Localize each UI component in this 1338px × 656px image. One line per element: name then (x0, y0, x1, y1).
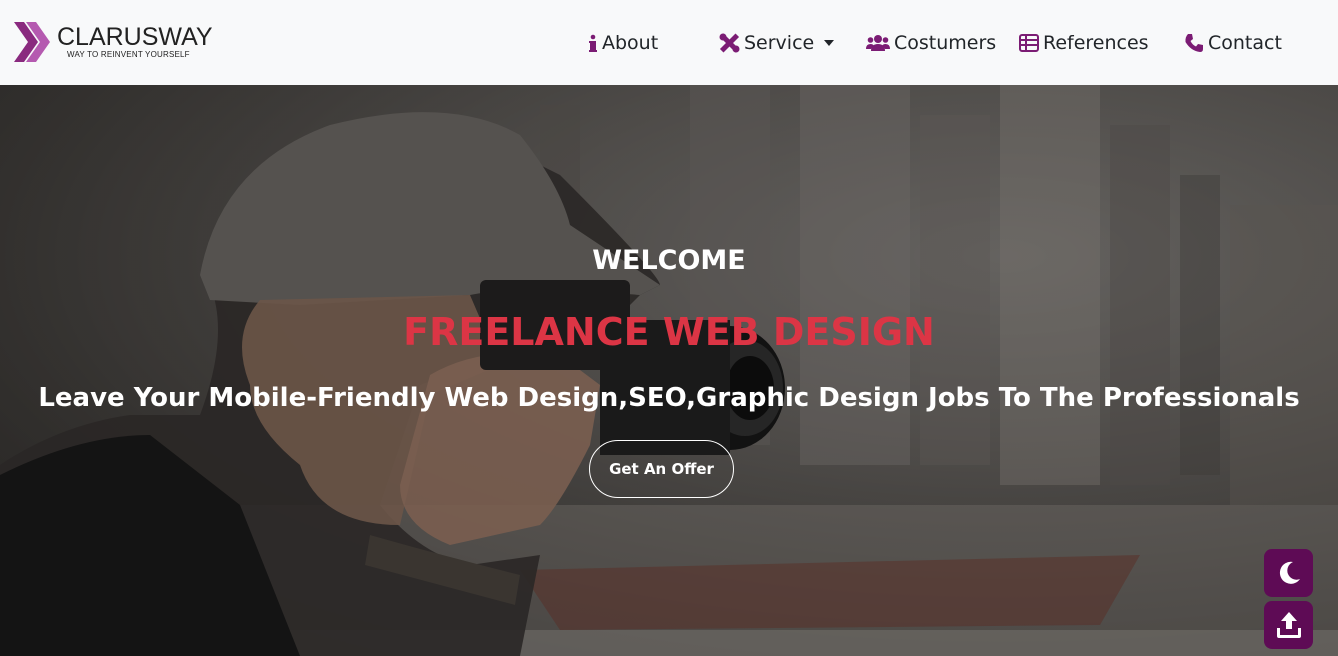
upload-icon (1276, 612, 1301, 638)
hero-welcome: WELCOME (592, 245, 746, 276)
nav-about[interactable]: About (588, 30, 658, 56)
brand-tagline: WAY TO REINVENT YOURSELF (67, 50, 190, 59)
moon-icon (1279, 561, 1300, 584)
navbar: CLARUSWAY WAY TO REINVENT YOURSELF About… (0, 0, 1338, 85)
theme-toggle-button[interactable] (1264, 549, 1313, 597)
nav-about-label: About (602, 32, 659, 54)
scroll-top-button[interactable] (1264, 601, 1313, 649)
nav-contact-label: Contact (1208, 32, 1282, 54)
phone-icon (1184, 33, 1204, 53)
nav-service-label: Service (744, 32, 815, 54)
nav-contact[interactable]: Contact (1184, 30, 1282, 56)
clarusway-logo-icon (14, 22, 50, 62)
brand-name: CLARUSWAY (57, 23, 213, 51)
info-icon (588, 33, 598, 53)
get-offer-button[interactable]: Get An Offer (589, 440, 734, 498)
hero-subline: Leave Your Mobile-Friendly Web Design,SE… (38, 383, 1300, 413)
hero-content: WELCOME FREELANCE WEB DESIGN Leave Your … (0, 85, 1338, 656)
table-icon (1019, 34, 1039, 52)
hero-section: WELCOME FREELANCE WEB DESIGN Leave Your … (0, 85, 1338, 656)
users-icon (866, 34, 890, 52)
hero-headline: FREELANCE WEB DESIGN (403, 310, 935, 354)
tools-icon (719, 33, 740, 53)
nav-references-label: References (1043, 32, 1149, 54)
brand[interactable]: CLARUSWAY WAY TO REINVENT YOURSELF (14, 20, 213, 64)
nav-service[interactable]: Service (719, 30, 835, 56)
nav-costumers-label: Costumers (894, 32, 997, 54)
nav-references[interactable]: References (1019, 30, 1149, 56)
chevron-down-icon (824, 40, 835, 46)
nav-costumers[interactable]: Costumers (866, 30, 996, 56)
